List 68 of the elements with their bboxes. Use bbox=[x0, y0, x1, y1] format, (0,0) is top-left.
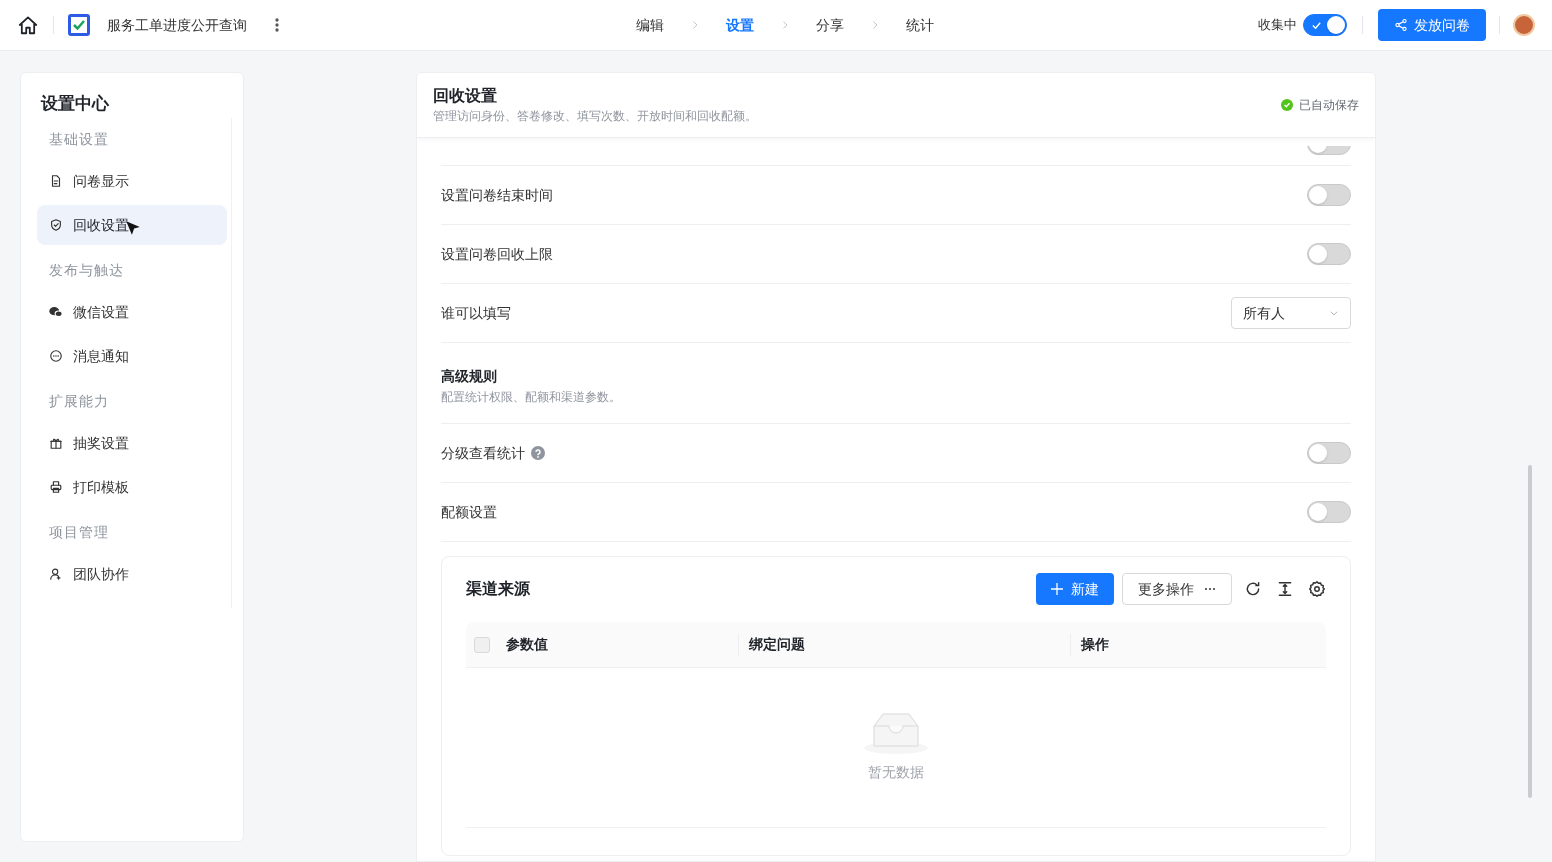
step-tab[interactable]: 统计 bbox=[906, 14, 934, 36]
home-icon bbox=[17, 14, 39, 36]
check-circle-icon bbox=[1281, 99, 1293, 111]
setting-label: 配额设置 bbox=[441, 502, 497, 522]
select-all-checkbox[interactable] bbox=[474, 636, 490, 653]
audience-select[interactable]: 所有人 bbox=[1231, 297, 1351, 329]
line-height-icon bbox=[1276, 580, 1294, 598]
step-tab[interactable]: 设置 bbox=[726, 14, 754, 36]
shield-icon bbox=[49, 218, 63, 232]
auto-save-status: 已自动保存 bbox=[1299, 97, 1359, 114]
chevron-right-icon bbox=[870, 20, 880, 30]
printer-icon bbox=[49, 480, 63, 494]
sidebar-item[interactable]: 团队协作 bbox=[37, 554, 227, 594]
section-description: 配置统计权限、配额和渠道参数。 bbox=[441, 389, 622, 406]
refresh-icon bbox=[1244, 580, 1262, 598]
empty-text: 暂无数据 bbox=[868, 763, 924, 782]
step-tab[interactable]: 分享 bbox=[816, 14, 844, 36]
sidebar-title: 设置中心 bbox=[39, 93, 110, 115]
toggle-switch[interactable] bbox=[1307, 243, 1351, 265]
sidebar-group-label: 基础设置 bbox=[48, 130, 110, 149]
sidebar-item[interactable]: 抽奖设置 bbox=[37, 423, 227, 463]
column-header: 参数值 bbox=[506, 635, 548, 654]
panel-description: 管理访问身份、答卷修改、填写次数、开放时间和回收配额。 bbox=[433, 108, 757, 125]
sidebar-item[interactable]: 回收设置 bbox=[37, 205, 227, 245]
ellipsis-icon bbox=[1204, 587, 1216, 591]
survey-title: 服务工单进度公开查询 bbox=[107, 15, 247, 35]
setting-label: 分级查看统计 bbox=[441, 443, 525, 463]
scrollbar-thumb[interactable] bbox=[1528, 465, 1532, 798]
sidebar-item[interactable]: 问卷显示 bbox=[37, 161, 227, 201]
setting-label: 设置问卷结束时间 bbox=[441, 185, 553, 205]
collect-toggle[interactable] bbox=[1303, 14, 1347, 36]
sidebar-item[interactable]: 打印模板 bbox=[37, 467, 227, 507]
document-icon bbox=[49, 174, 63, 188]
new-button[interactable]: 新建 bbox=[1036, 573, 1114, 605]
avatar[interactable] bbox=[1513, 14, 1535, 36]
share-icon bbox=[1394, 18, 1408, 32]
sidebar-group-label: 发布与触达 bbox=[48, 261, 125, 280]
sidebar-item[interactable]: 消息通知 bbox=[37, 336, 227, 376]
toggle-switch[interactable] bbox=[1307, 184, 1351, 206]
chevron-down-icon bbox=[1329, 308, 1339, 318]
sidebar-group-label: 扩展能力 bbox=[48, 392, 110, 411]
toggle-switch[interactable] bbox=[1307, 501, 1351, 523]
empty-inbox-icon bbox=[864, 712, 928, 754]
publish-button[interactable]: 发放问卷 bbox=[1378, 9, 1486, 41]
setting-label: 设置问卷回收上限 bbox=[441, 244, 553, 264]
check-icon bbox=[1311, 20, 1322, 31]
settings-icon bbox=[1308, 580, 1326, 598]
chat-bubbles-icon bbox=[49, 305, 63, 319]
chevron-right-icon bbox=[690, 20, 700, 30]
plus-icon bbox=[1051, 583, 1063, 595]
column-header: 操作 bbox=[1081, 635, 1109, 654]
toggle-switch[interactable] bbox=[1307, 442, 1351, 464]
checkbox-logo-icon bbox=[68, 14, 90, 36]
gift-icon bbox=[49, 436, 63, 450]
chevron-right-icon bbox=[780, 20, 790, 30]
step-tab[interactable]: 编辑 bbox=[636, 14, 664, 36]
column-header: 绑定问题 bbox=[749, 635, 805, 654]
setting-label: 谁可以填写 bbox=[441, 303, 511, 323]
help-icon[interactable] bbox=[531, 446, 545, 460]
team-icon bbox=[49, 567, 63, 581]
collect-label: 收集中 bbox=[1258, 16, 1297, 35]
sidebar-group-label: 项目管理 bbox=[48, 523, 110, 542]
more-actions-button[interactable]: 更多操作 bbox=[1122, 573, 1232, 605]
message-icon bbox=[49, 349, 63, 363]
sidebar-item[interactable]: 微信设置 bbox=[37, 292, 227, 332]
section-title: 高级规则 bbox=[441, 367, 498, 386]
card-title: 渠道来源 bbox=[466, 579, 530, 599]
panel-title: 回收设置 bbox=[433, 86, 498, 106]
